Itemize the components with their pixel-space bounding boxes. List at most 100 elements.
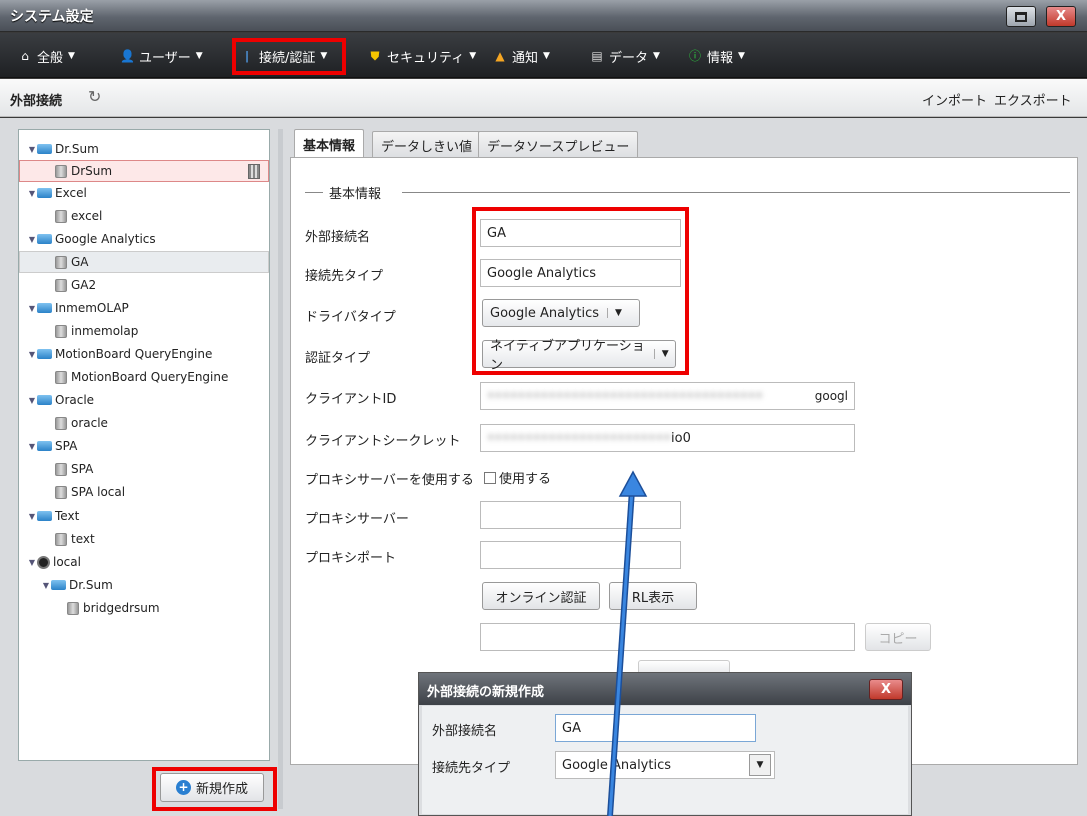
database-icon (55, 278, 67, 292)
tree-label: SPA local (71, 485, 126, 499)
tree-folder-inmemolap[interactable]: ▼ InmemOLAP (19, 297, 269, 319)
tree-item-bridgedrsum[interactable]: bridgedrsum (19, 597, 269, 619)
dialog-target-type-label: 接続先タイプ (432, 761, 511, 776)
tree-item-oracle[interactable]: oracle (19, 412, 269, 434)
folder-icon (37, 395, 52, 405)
info-icon: ⓘ (688, 49, 701, 63)
bell-icon: ▲ (495, 49, 505, 63)
tree-folder-local[interactable]: ▼ local (19, 551, 269, 573)
client-id-label: クライアントID (305, 392, 397, 407)
menu-data[interactable]: ▤ データ ▼ (590, 45, 660, 67)
dialog-close-button[interactable]: X (869, 679, 903, 700)
masked-value: •••••••••••••••••••••••• (487, 430, 672, 446)
maximize-icon (1015, 11, 1027, 22)
refresh-icon[interactable]: ↻ (88, 87, 101, 106)
connection-name-label: 外部接続名 (305, 230, 371, 245)
menu-data-label: データ (609, 50, 649, 66)
menu-info[interactable]: ⓘ 情報 ▼ (688, 45, 745, 67)
shield-icon: ⛊ (370, 49, 380, 63)
database-icon (55, 370, 67, 384)
tree-item-spa-local[interactable]: SPA local (19, 481, 269, 503)
highlight-box-menu (232, 38, 346, 75)
online-auth-button[interactable]: オンライン認証 (482, 582, 600, 610)
tree-folder-excel[interactable]: ▼ Excel (19, 182, 269, 204)
connection-tree: ▼ Dr.Sum DrSum ▼ Excel excel ▼ Google Analy… (18, 129, 270, 761)
section-header: 基本情報 (305, 183, 381, 202)
use-proxy-checkbox-label: 使用する (499, 472, 552, 487)
tree-label: Excel (55, 186, 87, 200)
tree-item-excel[interactable]: excel (19, 205, 269, 227)
client-id-input[interactable]: •••••••••••••••••••••••••••••••••••• goog… (480, 382, 855, 410)
maximize-button[interactable] (1006, 6, 1036, 27)
tree-label: Dr.Sum (69, 578, 113, 592)
checkbox-box[interactable] (484, 471, 496, 484)
menu-general[interactable]: ⌂ 全般 ▼ (18, 45, 75, 67)
tree-label: excel (71, 209, 103, 223)
menu-general-label: 全般 (37, 50, 64, 66)
use-proxy-checkbox[interactable]: 使用する (484, 468, 551, 487)
dialog-title: 外部接続の新規作成 (427, 685, 545, 700)
user-icon: 👤 (120, 49, 135, 63)
client-id-suffix: googl (814, 389, 848, 403)
tree-label: InmemOLAP (55, 301, 129, 315)
globe-icon (37, 555, 50, 569)
database-icon (55, 209, 67, 223)
tab-data-threshold[interactable]: データしきい値 (372, 131, 482, 158)
folder-icon (37, 188, 52, 198)
tree-folder-local-drsum[interactable]: ▼ Dr.Sum (19, 574, 269, 596)
tree-label: SPA (55, 439, 78, 453)
database-icon (55, 416, 67, 430)
menu-user[interactable]: 👤 ユーザー ▼ (120, 45, 203, 67)
database-icon (55, 462, 67, 476)
masked-value: •••••••••••••••••••••••••••••••••••• (487, 388, 764, 404)
tree-folder-oracle[interactable]: ▼ Oracle (19, 389, 269, 411)
menu-info-label: 情報 (707, 50, 734, 66)
tree-item-ga[interactable]: GA (19, 251, 269, 273)
tree-item-inmemolap[interactable]: inmemolap (19, 320, 269, 342)
folder-icon (51, 580, 66, 590)
tree-folder-drsum[interactable]: ▼ Dr.Sum (19, 138, 269, 160)
tree-item-queryengine[interactable]: MotionBoard QueryEngine (19, 366, 269, 388)
menu-notification[interactable]: ▲ 通知 ▼ (493, 45, 550, 67)
tree-label: DrSum (71, 164, 113, 178)
page-title: 外部接続 (10, 94, 63, 109)
client-secret-input[interactable]: •••••••••••••••••••••••• io0 (480, 424, 855, 452)
tree-item-ga2[interactable]: GA2 (19, 274, 269, 296)
panel-splitter[interactable] (278, 129, 283, 809)
tree-label: inmemolap (71, 324, 139, 338)
tab-basic-info[interactable]: 基本情報 (294, 129, 365, 158)
folder-icon (37, 511, 52, 521)
tree-folder-google-analytics[interactable]: ▼ Google Analytics (19, 228, 269, 250)
tree-item-text[interactable]: text (19, 528, 269, 550)
menu-security[interactable]: ⛊ セキュリティ ▼ (368, 45, 476, 67)
tree-label: MotionBoard QueryEngine (55, 347, 213, 361)
client-secret-label: クライアントシークレット (305, 434, 461, 449)
database-icon (55, 485, 67, 499)
folder-icon (37, 234, 52, 244)
tree-folder-queryengine[interactable]: ▼ MotionBoard QueryEngine (19, 343, 269, 365)
annotation-arrow (607, 470, 648, 816)
menu-notification-label: 通知 (512, 50, 539, 66)
tree-folder-text[interactable]: ▼ Text (19, 505, 269, 527)
page-header: 外部接続 ↻ インポート エクスポート (0, 79, 1087, 117)
folder-icon (37, 441, 52, 451)
tree-item-drsum[interactable]: DrSum (19, 160, 269, 182)
tree-folder-spa[interactable]: ▼ SPA (19, 435, 269, 457)
export-link[interactable]: エクスポート (994, 90, 1072, 109)
driver-type-label: ドライバタイプ (305, 310, 396, 325)
import-link[interactable]: インポート (922, 90, 987, 109)
menu-bar: ⌂ 全般 ▼ 👤 ユーザー ▼ ǀ 接続/認証 ▼ ⛊ セキュリティ ▼ ▲ 通知 ▼ ▤ データ ▼ … (0, 33, 1087, 78)
tree-label: SPA (71, 462, 94, 476)
tab-datasource-preview[interactable]: データソースプレビュー (478, 131, 639, 158)
copy-button[interactable]: コピー (865, 623, 931, 651)
auth-type-label: 認証タイプ (305, 351, 371, 366)
tree-label: local (53, 555, 81, 569)
database-icon (55, 164, 67, 178)
data-icon: ▤ (591, 49, 603, 63)
client-secret-suffix: io0 (671, 430, 691, 446)
folder-icon (37, 349, 52, 359)
trash-icon[interactable] (248, 164, 260, 179)
tree-item-spa[interactable]: SPA (19, 458, 269, 480)
section-title: 基本情報 (329, 187, 382, 202)
close-window-button[interactable]: X (1046, 6, 1076, 27)
